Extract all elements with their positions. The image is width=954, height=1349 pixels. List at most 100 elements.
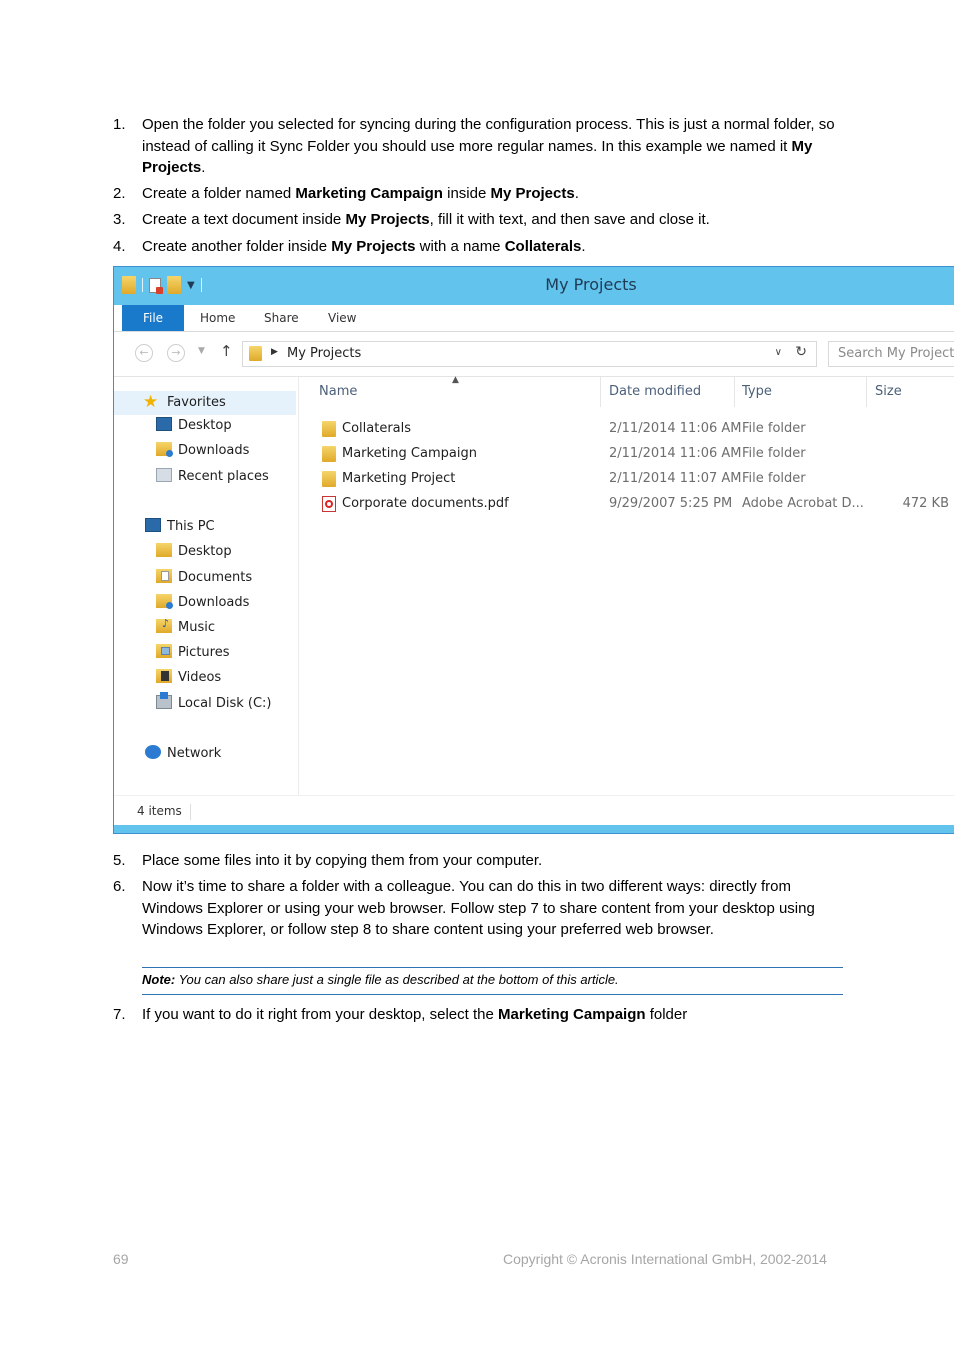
tab-home[interactable]: Home — [200, 305, 235, 331]
videos-icon — [156, 669, 172, 683]
nav-label: Recent places — [178, 469, 269, 484]
nav-item-network[interactable]: Network — [145, 745, 221, 761]
table-row[interactable]: Collaterals 2/11/2014 11:06 AM File fold… — [299, 417, 954, 441]
search-placeholder: Search My Projects — [838, 346, 954, 361]
nav-label: This PC — [167, 519, 215, 534]
column-header-date[interactable]: Date modified — [601, 377, 735, 407]
step-text: Now it’s time to share a folder with a c… — [142, 876, 848, 941]
nav-item-pictures[interactable]: Pictures — [156, 644, 229, 660]
table-row[interactable]: Corporate documents.pdf 9/29/2007 5:25 P… — [299, 492, 954, 516]
nav-item-this-pc[interactable]: This PC — [145, 518, 215, 534]
nav-item-recent-places[interactable]: Recent places — [156, 468, 269, 484]
file-name: Collaterals — [342, 421, 412, 436]
note-box: Note: You can also share just a single f… — [142, 967, 843, 995]
file-date: 2/11/2014 11:06 AM — [609, 446, 742, 461]
bold-run: Collaterals — [504, 238, 582, 255]
step-number: 6. — [113, 878, 126, 895]
nav-item-music[interactable]: Music — [156, 617, 215, 635]
nav-item-local-disk[interactable]: Local Disk (C:) — [156, 692, 272, 711]
breadcrumb[interactable]: My Projects — [287, 346, 361, 361]
nav-item-pc-desktop[interactable]: Desktop — [156, 543, 232, 559]
network-icon — [145, 745, 161, 759]
nav-item-downloads[interactable]: Downloads — [156, 442, 249, 458]
music-icon — [156, 617, 172, 633]
window-bottom-border — [114, 825, 954, 833]
tab-file[interactable]: File — [122, 305, 184, 331]
status-bar: 4 items — [114, 795, 954, 828]
forward-button[interactable]: → — [167, 344, 185, 362]
nav-item-favorites[interactable]: ★ Favorites — [114, 391, 296, 415]
documents-icon — [156, 569, 172, 583]
chevron-right-icon[interactable]: ▶ — [271, 347, 278, 357]
downloads-icon — [156, 442, 173, 457]
star-icon: ★ — [143, 392, 159, 412]
nav-item-desktop[interactable]: Desktop — [156, 417, 232, 433]
file-name: Marketing Campaign — [342, 446, 477, 461]
step-text: Create a folder named Marketing Campaign… — [142, 183, 848, 205]
folder-icon — [249, 346, 262, 361]
text-run: Create another folder inside — [142, 238, 332, 255]
step-2: 2. Create a folder named Marketing Campa… — [113, 183, 848, 205]
text-run: If you want to do it right from your des… — [142, 1006, 499, 1023]
chevron-down-icon[interactable]: ∨ — [775, 347, 782, 358]
up-button[interactable]: ↑ — [220, 342, 233, 360]
refresh-icon[interactable]: ↻ — [795, 344, 807, 360]
table-row[interactable]: Marketing Campaign 2/11/2014 11:06 AM Fi… — [299, 442, 954, 466]
column-header-type[interactable]: Type — [735, 377, 867, 407]
folder-icon — [322, 471, 336, 487]
step-3: 3. Create a text document inside My Proj… — [113, 209, 848, 231]
column-header-size[interactable]: Size — [867, 377, 954, 407]
file-list: ▲ Name Date modified Type Size Collatera… — [299, 375, 954, 795]
address-bar[interactable]: ▶ My Projects ∨ ↻ — [242, 341, 817, 367]
step-number: 2. — [113, 185, 126, 202]
tab-share[interactable]: Share — [264, 305, 299, 331]
nav-label: Local Disk (C:) — [178, 696, 272, 711]
note-label: Note: — [142, 972, 176, 987]
copyright: Copyright © Acronis International GmbH, … — [503, 1251, 827, 1267]
step-number: 4. — [113, 238, 126, 255]
pdf-icon — [322, 496, 336, 512]
bold-run: Marketing Campaign — [295, 185, 443, 202]
nav-item-videos[interactable]: Videos — [156, 669, 221, 685]
nav-label: Desktop — [178, 544, 232, 559]
downloads-icon — [156, 594, 173, 609]
note-text: You can also share just a single file as… — [175, 972, 619, 987]
text-run: . — [581, 238, 586, 255]
desktop-folder-icon — [156, 543, 172, 557]
recent-places-icon — [156, 468, 172, 482]
navigation-pane: ★ Favorites Desktop Downloads Recent pla… — [114, 377, 299, 795]
text-run: Place some files into it by copying them… — [142, 852, 543, 869]
tab-view[interactable]: View — [328, 305, 356, 331]
sort-ascending-icon: ▲ — [452, 375, 459, 385]
nav-item-pc-downloads[interactable]: Downloads — [156, 594, 249, 610]
file-date: 2/11/2014 11:06 AM — [609, 421, 742, 436]
bold-run: My Projects — [331, 238, 416, 255]
step-text: Open the folder you selected for syncing… — [142, 114, 848, 179]
step-text: Create another folder inside My Projects… — [142, 236, 848, 258]
nav-label: Documents — [178, 570, 253, 585]
explorer-window: ▼ My Projects File Home Share View ← → ▼… — [113, 266, 954, 834]
file-date: 9/29/2007 5:25 PM — [609, 496, 733, 511]
step-7: 7. If you want to do it right from your … — [113, 1004, 848, 1026]
text-run: , fill it with text, and then save and c… — [429, 211, 710, 228]
text-run: inside — [442, 185, 491, 202]
file-name: Corporate documents.pdf — [342, 496, 509, 511]
window-title: My Projects — [545, 275, 637, 294]
recent-locations-icon[interactable]: ▼ — [198, 346, 205, 356]
nav-label: Videos — [178, 670, 222, 685]
text-run: with a name — [415, 238, 505, 255]
item-count: 4 items — [137, 804, 182, 818]
text-run: Now it’s time to share a folder with a c… — [142, 878, 815, 938]
column-header-name[interactable]: ▲ Name — [299, 375, 601, 407]
nav-label: Downloads — [178, 595, 250, 610]
search-input[interactable]: Search My Projects — [828, 341, 954, 367]
disk-icon — [156, 692, 172, 709]
step-text: Place some files into it by copying them… — [142, 850, 848, 872]
back-button[interactable]: ← — [135, 344, 153, 362]
table-row[interactable]: Marketing Project 2/11/2014 11:07 AM Fil… — [299, 467, 954, 491]
file-type: Adobe Acrobat D... — [742, 496, 864, 511]
nav-item-documents[interactable]: Documents — [156, 569, 252, 585]
file-type: File folder — [742, 421, 806, 436]
text-run: Create a folder named — [142, 185, 296, 202]
nav-label: Desktop — [178, 418, 232, 433]
